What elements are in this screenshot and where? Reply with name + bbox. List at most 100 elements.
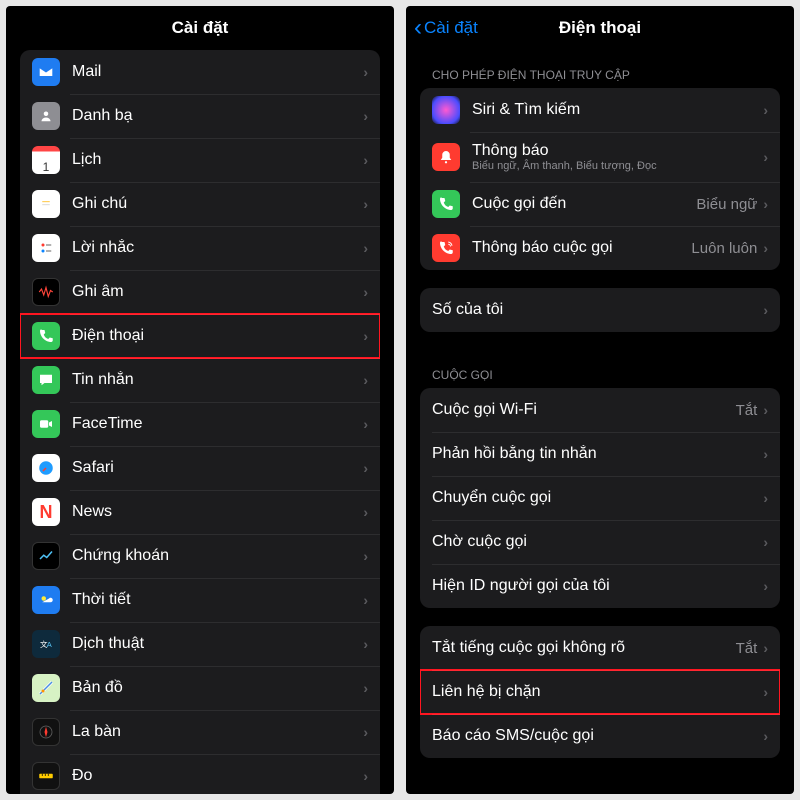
phone-settings-screen-right: ‹ Cài đặt Điện thoại CHO PHÉP ĐIỆN THOẠI…	[406, 6, 794, 794]
settings-row[interactable]: Cuộc gọi đếnBiểu ngữ›	[420, 182, 780, 226]
announce-icon	[432, 234, 460, 262]
chevron-right-icon: ›	[763, 149, 768, 165]
settings-row[interactable]: Tắt tiếng cuộc gọi không rõTắt›	[420, 626, 780, 670]
settings-row[interactable]: Liên hệ bị chặn›	[420, 670, 780, 714]
chevron-right-icon: ›	[763, 196, 768, 212]
settings-row[interactable]: Mail›	[20, 50, 380, 94]
settings-row[interactable]: NNews›	[20, 490, 380, 534]
settings-row[interactable]: Cuộc gọi Wi-FiTắt›	[420, 388, 780, 432]
settings-row[interactable]: 1Lịch›	[20, 138, 380, 182]
chevron-right-icon: ›	[763, 640, 768, 656]
chevron-right-icon: ›	[763, 446, 768, 462]
settings-row[interactable]: Thông báo cuộc gọiLuôn luôn›	[420, 226, 780, 270]
settings-row[interactable]: Chuyển cuộc gọi›	[420, 476, 780, 520]
settings-row[interactable]: Chờ cuộc gọi›	[420, 520, 780, 564]
chevron-right-icon: ›	[763, 302, 768, 318]
voice-icon	[32, 278, 60, 306]
row-label: Phản hồi bằng tin nhắn	[432, 445, 763, 463]
nav-bar: ‹ Cài đặt Điện thoại	[406, 6, 794, 50]
nav-title: Điện thoại	[559, 18, 641, 38]
settings-row[interactable]: La bàn›	[20, 710, 380, 754]
settings-row[interactable]: Phản hồi bằng tin nhắn›	[420, 432, 780, 476]
row-subtitle: Biểu ngữ, Âm thanh, Biểu tượng, Đọc	[472, 160, 763, 172]
settings-row[interactable]: Báo cáo SMS/cuộc gọi›	[420, 714, 780, 758]
settings-row[interactable]: Bản đồ›	[20, 666, 380, 710]
row-label: Danh bạ	[72, 107, 363, 125]
svg-text:A: A	[47, 640, 52, 649]
chevron-right-icon: ›	[363, 64, 368, 80]
compass-icon	[32, 718, 60, 746]
chevron-right-icon: ›	[363, 328, 368, 344]
row-label: Báo cáo SMS/cuộc gọi	[432, 727, 763, 745]
row-label: Ghi chú	[72, 195, 363, 213]
settings-row[interactable]: FaceTime›	[20, 402, 380, 446]
chevron-left-icon: ‹	[414, 16, 422, 40]
settings-group: Số của tôi›	[420, 288, 780, 332]
settings-row[interactable]: Hiện ID người gọi của tôi›	[420, 564, 780, 608]
settings-row[interactable]: 文ADịch thuật›	[20, 622, 380, 666]
settings-row[interactable]: Safari›	[20, 446, 380, 490]
row-label: Mail	[72, 63, 363, 81]
notes-icon	[32, 190, 60, 218]
measure-icon	[32, 762, 60, 790]
settings-row[interactable]: Tin nhắn›	[20, 358, 380, 402]
row-label: Số của tôi	[432, 301, 763, 319]
row-label: Bản đồ	[72, 679, 363, 697]
row-label: Thời tiết	[72, 591, 363, 609]
contacts-icon	[32, 102, 60, 130]
settings-row[interactable]: Ghi âm›	[20, 270, 380, 314]
chevron-right-icon: ›	[363, 636, 368, 652]
settings-row[interactable]: Ghi chú›	[20, 182, 380, 226]
row-label: FaceTime	[72, 415, 363, 433]
settings-row[interactable]: Siri & Tìm kiếm›	[420, 88, 780, 132]
chevron-right-icon: ›	[363, 108, 368, 124]
chevron-right-icon: ›	[363, 196, 368, 212]
reminders-icon	[32, 234, 60, 262]
row-label: La bàn	[72, 723, 363, 741]
row-label: Hiện ID người gọi của tôi	[432, 577, 763, 595]
siri-icon	[432, 96, 460, 124]
row-label: Chờ cuộc gọi	[432, 533, 763, 551]
section-header: CHO PHÉP ĐIỆN THOẠI TRUY CẬP	[420, 50, 780, 88]
settings-row[interactable]: Danh bạ›	[20, 94, 380, 138]
chevron-right-icon: ›	[763, 240, 768, 256]
row-label: Đo	[72, 767, 363, 785]
maps-icon	[32, 674, 60, 702]
row-label: Tin nhắn	[72, 371, 363, 389]
row-label: Chuyển cuộc gọi	[432, 489, 763, 507]
chevron-right-icon: ›	[763, 102, 768, 118]
stocks-icon	[32, 542, 60, 570]
settings-row[interactable]: Thông báoBiểu ngữ, Âm thanh, Biểu tượng,…	[420, 132, 780, 182]
message-icon	[32, 366, 60, 394]
row-label: Liên hệ bị chặn	[432, 683, 763, 701]
row-label: Thông báo cuộc gọi	[472, 239, 691, 257]
chevron-right-icon: ›	[363, 504, 368, 520]
settings-row[interactable]: Chứng khoán›	[20, 534, 380, 578]
row-label: Lịch	[72, 151, 363, 169]
news-icon: N	[32, 498, 60, 526]
settings-list[interactable]: Mail›Danh bạ›1Lịch›Ghi chú›Lời nhắc›Ghi …	[6, 50, 394, 794]
settings-row[interactable]: Đo›	[20, 754, 380, 794]
chevron-right-icon: ›	[363, 592, 368, 608]
settings-row[interactable]: Điện thoại›	[20, 314, 380, 358]
chevron-right-icon: ›	[763, 684, 768, 700]
chevron-right-icon: ›	[763, 490, 768, 506]
chevron-right-icon: ›	[363, 724, 368, 740]
row-label: Cuộc gọi Wi-Fi	[432, 401, 736, 419]
chevron-right-icon: ›	[763, 534, 768, 550]
chevron-right-icon: ›	[763, 402, 768, 418]
section-header: CUỘC GỌI	[420, 350, 780, 388]
phone-icon	[432, 190, 460, 218]
chevron-right-icon: ›	[363, 768, 368, 784]
back-button[interactable]: ‹ Cài đặt	[414, 16, 478, 40]
notif-icon	[432, 143, 460, 171]
row-label: Lời nhắc	[72, 239, 363, 257]
phone-settings-list[interactable]: CHO PHÉP ĐIỆN THOẠI TRUY CẬPSiri & Tìm k…	[406, 50, 794, 794]
settings-row[interactable]: Thời tiết›	[20, 578, 380, 622]
row-value: Biểu ngữ	[696, 196, 757, 213]
chevron-right-icon: ›	[763, 578, 768, 594]
chevron-right-icon: ›	[363, 240, 368, 256]
settings-row[interactable]: Lời nhắc›	[20, 226, 380, 270]
settings-group: Siri & Tìm kiếm›Thông báoBiểu ngữ, Âm th…	[420, 88, 780, 270]
settings-row[interactable]: Số của tôi›	[420, 288, 780, 332]
